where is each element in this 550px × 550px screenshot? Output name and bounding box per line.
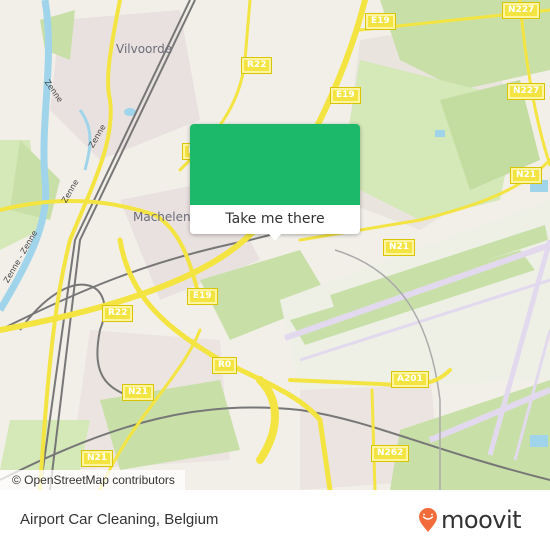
road-shield: E19 bbox=[330, 87, 361, 104]
map-tiles bbox=[0, 0, 550, 490]
road-shield: N21 bbox=[80, 450, 114, 467]
road-shield: N262 bbox=[370, 445, 410, 462]
road-shield: N21 bbox=[121, 384, 155, 401]
road-shield: E19 bbox=[365, 13, 396, 30]
road-shield: A201 bbox=[391, 371, 429, 388]
location-popup: Take me there bbox=[190, 124, 360, 241]
popup-pointer bbox=[268, 233, 282, 241]
road-shield: R22 bbox=[101, 305, 134, 322]
popup-header bbox=[190, 124, 360, 205]
place-title: Airport Car Cleaning, Belgium bbox=[20, 511, 219, 528]
take-me-there-button[interactable]: Take me there bbox=[190, 205, 360, 234]
road-shield: N227 bbox=[506, 83, 546, 100]
road-shield: E19 bbox=[187, 288, 218, 305]
moovit-wordmark: moovit bbox=[441, 506, 522, 534]
road-shield: R22 bbox=[240, 57, 273, 74]
moovit-logo[interactable]: moovit bbox=[418, 505, 522, 535]
road-shield: N21 bbox=[382, 239, 416, 256]
place-label: Machelen bbox=[133, 210, 191, 224]
road-shield: N21 bbox=[509, 167, 543, 184]
moovit-pin-icon bbox=[419, 508, 437, 532]
map[interactable]: Vilvoorde Machelen Zenne Zenne Zenne Zen… bbox=[0, 0, 550, 490]
road-shield: N227 bbox=[501, 2, 541, 19]
place-label: Vilvoorde bbox=[116, 42, 173, 56]
map-attribution[interactable]: © OpenStreetMap contributors bbox=[0, 470, 185, 490]
road-shield: R0 bbox=[211, 357, 238, 374]
